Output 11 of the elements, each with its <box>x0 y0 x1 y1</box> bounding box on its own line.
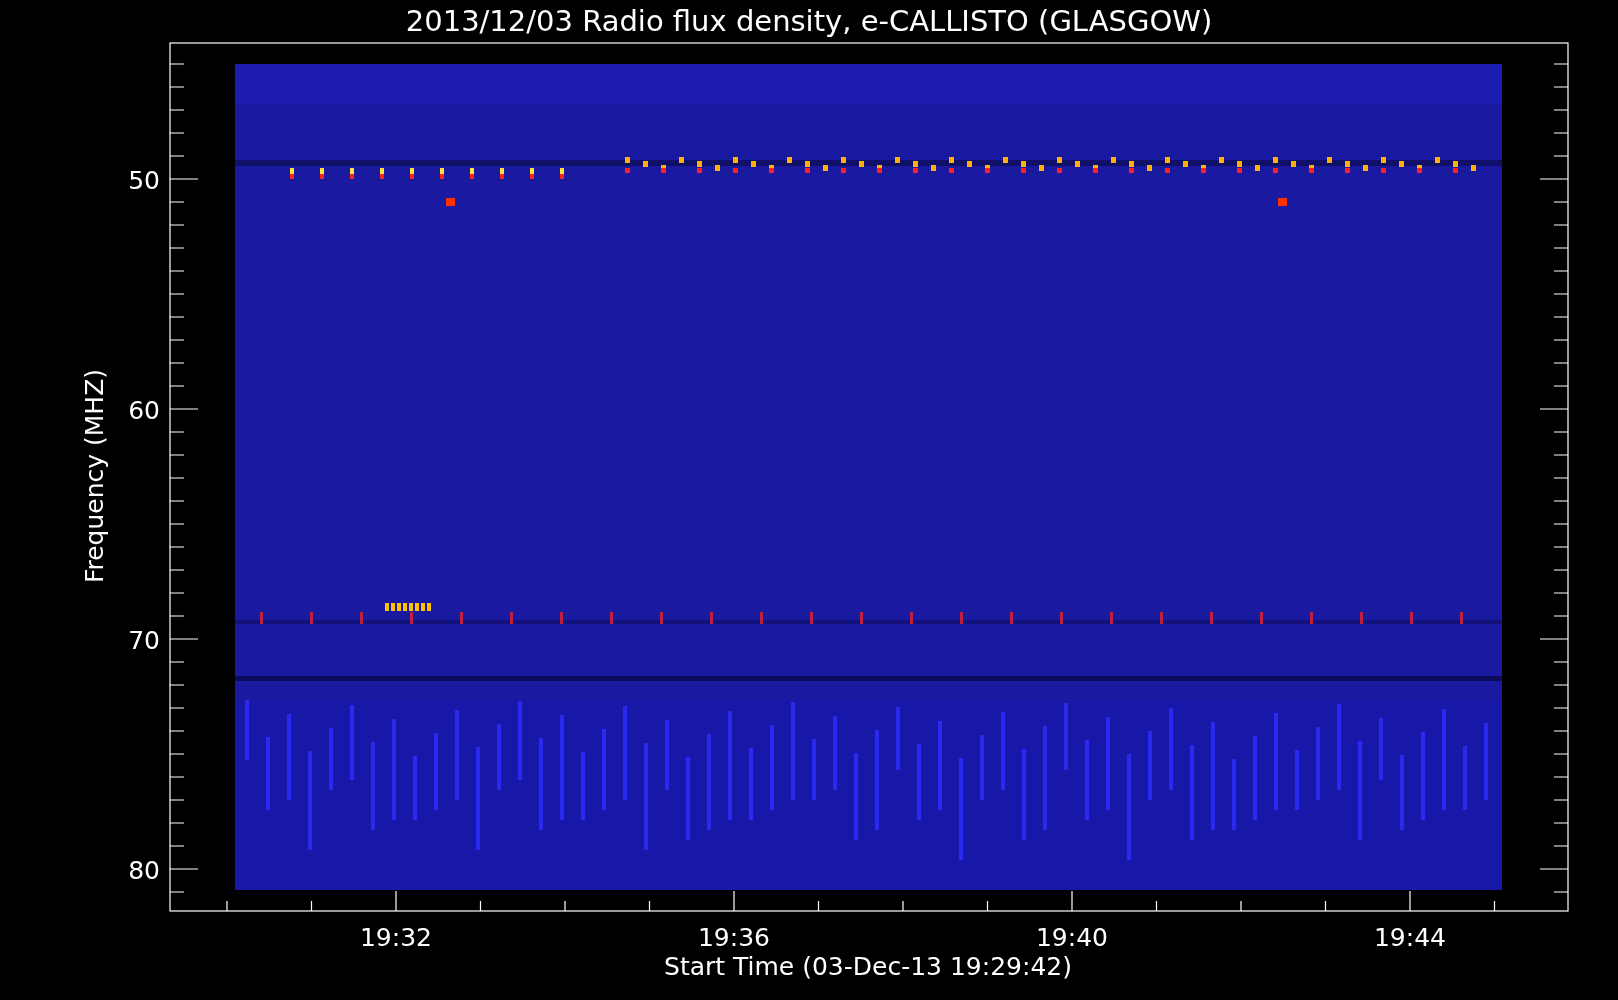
axis-tick-label: 70 <box>128 626 160 655</box>
axis-tick-label: 19:32 <box>360 923 432 952</box>
axis-tick-label: 19:44 <box>1374 923 1446 952</box>
axis-title: Frequency (MHZ) <box>80 368 109 584</box>
axis-tick-label: 19:36 <box>698 923 770 952</box>
axis-title: Start Time (03-Dec-13 19:29:42) <box>664 952 1072 981</box>
axis-tick-label: 80 <box>128 856 160 885</box>
axis-tick-label: 60 <box>128 396 160 425</box>
axis-tick-label: 19:40 <box>1036 923 1108 952</box>
chart-title: 2013/12/03 Radio flux density, e-CALLISTO (GLASGOW) <box>405 4 1213 38</box>
axis-tick-label: 50 <box>128 166 160 195</box>
